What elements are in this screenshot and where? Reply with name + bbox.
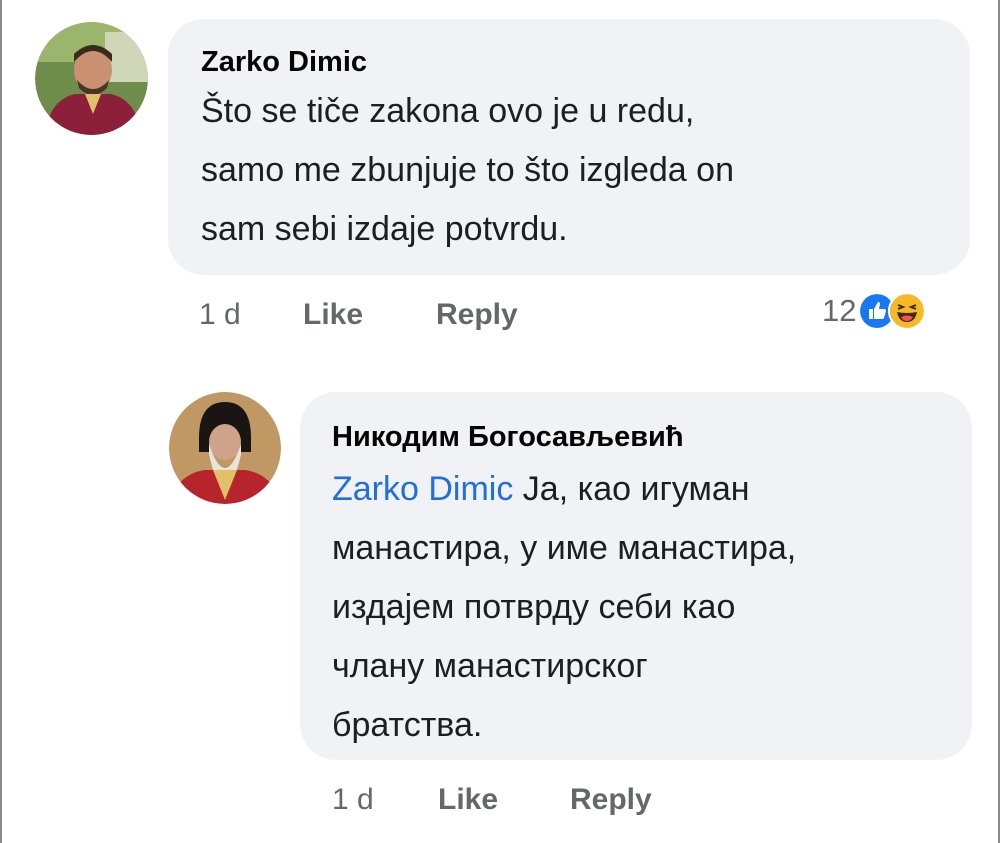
like-button[interactable]: Like [303,298,363,332]
comment-thread: Zarko Dimic Što se tiče zakona ovo je u … [0,0,1000,843]
reply-text-line: члану манастирског [332,647,648,685]
comment-text: Što se tiče zakona ovo je u redu, samo m… [201,82,734,259]
reply-text-line: братства. [332,706,483,744]
reply-text: Zarko Dimic Ја, као игуман манастира, у … [332,460,796,755]
avatar-photo-icon [169,392,281,504]
reply-timestamp[interactable]: 1 d [332,783,374,817]
haha-icon [888,292,927,330]
reply-text-line: издајем потврду себи као [332,588,736,626]
reply-text-line: Zarko Dimic Ја, као игуман [332,460,796,519]
reaction-summary[interactable]: 12 [822,292,927,330]
avatar-nikodim-bogosavljevic[interactable] [169,392,281,504]
comment-text-line: sam sebi izdaje potvrdu. [201,210,568,248]
reply-text-segment: Ја, као игуман [513,470,750,508]
reply-reply-button[interactable]: Reply [570,783,652,817]
reply-button[interactable]: Reply [436,298,518,332]
reply-author-name[interactable]: Никодим Богосављевић [332,421,684,454]
mention-link[interactable]: Zarko Dimic [332,470,513,508]
comment-timestamp[interactable]: 1 d [199,298,241,332]
comment-text-line: samo me zbunjuje to što izgleda on [201,151,734,189]
reaction-count: 12 [822,293,857,328]
avatar-photo-icon [35,22,148,135]
comment-author-name[interactable]: Zarko Dimic [201,46,367,79]
avatar-zarko-dimic[interactable] [35,22,148,135]
reply-text-line: манастира, у име манастира, [332,529,797,567]
comment-text-line: Što se tiče zakona ovo je u redu, [201,92,695,130]
reply-like-button[interactable]: Like [438,783,498,817]
